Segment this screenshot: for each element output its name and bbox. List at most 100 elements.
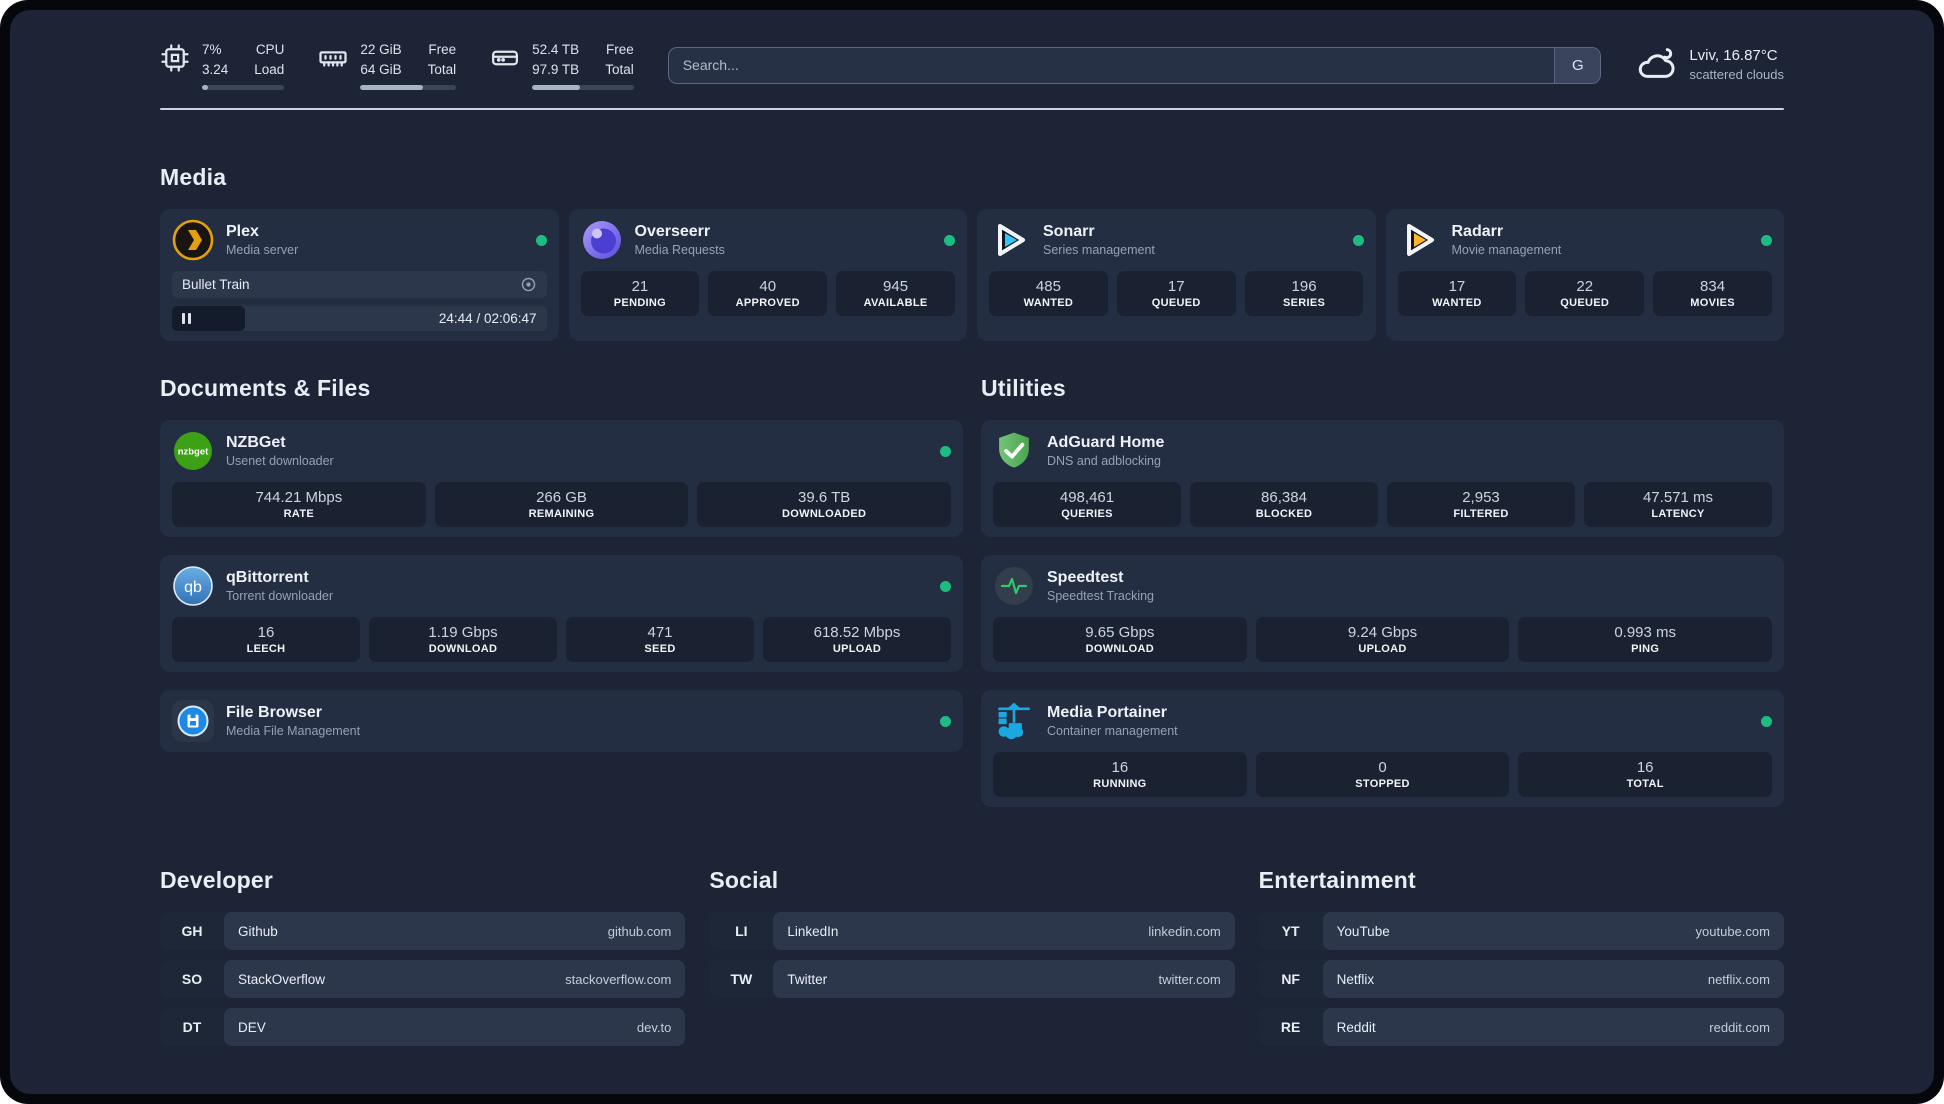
qbittorrent-card: qb qBittorrent Torrent downloader 16 LEE…: [160, 555, 963, 673]
qbittorrent-icon: qb: [172, 565, 214, 607]
stat-value: 16: [257, 624, 275, 642]
card-subtitle: Container management: [1047, 724, 1178, 739]
bookmark-twitter[interactable]: TW Twitter twitter.com: [709, 960, 1235, 999]
status-dot-online: [944, 234, 955, 246]
stat-download: 1.19 Gbps DOWNLOAD: [369, 617, 557, 663]
bookmark-stackoverflow[interactable]: SO StackOverflow stackoverflow.com: [160, 960, 686, 999]
nzbget-stats: 744.21 Mbps RATE 266 GB REMAINING 39.6 T…: [172, 482, 952, 528]
bookmark-domain: youtube.com: [1695, 923, 1770, 939]
stat-label: SERIES: [1282, 297, 1326, 310]
weather-condition: scattered clouds: [1689, 67, 1784, 83]
sonarr-app-link[interactable]: Sonarr Series management: [989, 219, 1364, 261]
nzbget-card: nzbget NZBGet Usenet downloader 744.21 M…: [160, 420, 963, 538]
filebrowser-icon: [172, 700, 214, 743]
bookmark-abbr: GH: [181, 923, 203, 940]
bookmark-dev[interactable]: DT DEV dev.to: [160, 1008, 686, 1047]
card-title: Speedtest: [1047, 568, 1124, 586]
stat-value: 9.65 Gbps: [1085, 624, 1155, 642]
memory-free-label: Free: [428, 42, 457, 57]
stat-label: LATENCY: [1651, 508, 1705, 521]
stat-label: PING: [1631, 643, 1660, 656]
adguard-card: AdGuard Home DNS and adblocking 498,461 …: [981, 420, 1784, 538]
stat-label: DOWNLOADED: [782, 508, 867, 521]
card-title: AdGuard Home: [1047, 433, 1165, 451]
section-title-media: Media: [160, 164, 227, 191]
stat-label: AVAILABLE: [863, 297, 928, 310]
window-frame: 7% 3.24 CPU Load 22 GiB 64 GiB Free Tota…: [0, 0, 1944, 1104]
stat-upload: 618.52 Mbps UPLOAD: [763, 617, 951, 663]
bookmark-name: Twitter: [787, 971, 828, 987]
stat-filtered: 2,953 FILTERED: [1387, 482, 1575, 528]
plex-app-link[interactable]: Plex Media server: [172, 219, 547, 261]
adguard-stats: 498,461 QUERIES 86,384 BLOCKED 2,953 FIL…: [993, 482, 1772, 528]
bookmarks: Developer GH Github github.com SO StackO…: [160, 867, 1784, 1047]
bookmark-domain: linkedin.com: [1148, 923, 1221, 939]
card-subtitle: Media File Management: [226, 724, 361, 739]
search-input[interactable]: [668, 47, 1555, 83]
header-divider: [160, 108, 1784, 111]
card-title: NZBGet: [226, 433, 286, 451]
stat-value: 485: [1035, 278, 1061, 296]
cpu-progress-bar: [202, 85, 285, 91]
stat-queries: 498,461 QUERIES: [993, 482, 1181, 528]
stat-value: 17: [1167, 278, 1185, 296]
bookmark-name: YouTube: [1336, 923, 1390, 939]
nzbget-app-link[interactable]: nzbget NZBGet Usenet downloader: [172, 430, 951, 472]
cpu-progress-fill: [202, 85, 208, 91]
adguard-app-link[interactable]: AdGuard Home DNS and adblocking: [993, 430, 1772, 472]
stat-label: DOWNLOAD: [428, 643, 498, 656]
stat-label: REMAINING: [528, 508, 595, 521]
overseerr-icon: [581, 219, 623, 261]
stat-downloaded: 39.6 TB DOWNLOADED: [697, 482, 952, 528]
dashboard: 7% 3.24 CPU Load 22 GiB 64 GiB Free Tota…: [10, 10, 1934, 1094]
status-dot-online: [940, 445, 951, 457]
media-session-icon: [520, 276, 537, 293]
top-bar: 7% 3.24 CPU Load 22 GiB 64 GiB Free Tota…: [160, 40, 1784, 91]
stat-pending: 21 PENDING: [580, 271, 700, 317]
pause-icon[interactable]: [182, 313, 191, 325]
card-title: Overseerr: [634, 222, 711, 240]
card-subtitle: Media Requests: [634, 243, 725, 258]
overseerr-stats: 21 PENDING 40 APPROVED 945 AVAILABLE: [580, 271, 956, 317]
bookmark-linkedin[interactable]: LI LinkedIn linkedin.com: [709, 912, 1235, 951]
radarr-app-link[interactable]: Radarr Movie management: [1398, 219, 1772, 261]
sonarr-icon: [989, 219, 1031, 261]
search-provider-button[interactable]: G: [1554, 47, 1601, 83]
search-bar: G: [667, 46, 1602, 84]
overseerr-app-link[interactable]: Overseerr Media Requests: [581, 219, 955, 261]
stat-value: 16: [1636, 759, 1654, 777]
bookmark-youtube[interactable]: YT YouTube youtube.com: [1258, 912, 1784, 951]
bookmark-domain: twitter.com: [1158, 971, 1221, 987]
stat-latency: 47.571 ms LATENCY: [1584, 482, 1772, 528]
card-subtitle: Usenet downloader: [226, 454, 334, 469]
stat-value: 16: [1111, 759, 1129, 777]
bookmark-domain: netflix.com: [1707, 971, 1770, 987]
disk-icon: [490, 43, 520, 73]
card-title: Sonarr: [1043, 222, 1095, 240]
stat-rate: 744.21 Mbps RATE: [172, 482, 426, 528]
disk-progress-fill: [532, 85, 580, 91]
stat-queued: 22 QUEUED: [1525, 271, 1645, 317]
stat-blocked: 86,384 BLOCKED: [1190, 482, 1378, 528]
stat-label: QUERIES: [1061, 508, 1113, 521]
speedtest-app-link[interactable]: Speedtest Speedtest Tracking: [993, 565, 1772, 607]
cpu-icon: [160, 43, 190, 73]
portainer-stats: 16 RUNNING 0 STOPPED 16 TOTAL: [993, 752, 1773, 798]
portainer-icon: [993, 700, 1035, 742]
stat-label: RUNNING: [1093, 778, 1147, 791]
status-dot-online: [535, 234, 547, 246]
memory-progress-fill: [360, 85, 423, 91]
bookmark-netflix[interactable]: NF Netflix netflix.com: [1258, 960, 1784, 999]
qbittorrent-app-link[interactable]: qb qBittorrent Torrent downloader: [172, 565, 951, 607]
bookmark-reddit[interactable]: RE Reddit reddit.com: [1258, 1008, 1784, 1047]
bookmark-domain: reddit.com: [1709, 1019, 1770, 1035]
nzbget-icon: nzbget: [172, 430, 214, 472]
card-subtitle: Torrent downloader: [226, 589, 334, 604]
portainer-app-link[interactable]: Media Portainer Container management: [993, 700, 1772, 742]
bookmark-github[interactable]: GH Github github.com: [160, 912, 686, 951]
memory-widget: 22 GiB 64 GiB Free Total: [318, 40, 457, 91]
disk-free-value: 52.4 TB: [532, 42, 580, 57]
qbittorrent-stats: 16 LEECH 1.19 Gbps DOWNLOAD 471 SEED 618…: [172, 617, 951, 663]
bookmark-domain: stackoverflow.com: [565, 971, 672, 987]
filebrowser-app-link[interactable]: File Browser Media File Management: [172, 700, 951, 743]
